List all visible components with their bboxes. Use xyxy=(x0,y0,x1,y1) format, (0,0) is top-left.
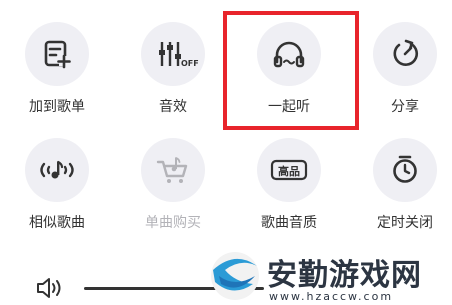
purchase-icon xyxy=(141,138,205,202)
share-button[interactable]: 分享 xyxy=(357,0,452,115)
purchase-single-button[interactable]: 单曲购买 xyxy=(125,116,221,231)
add-to-playlist-label: 加到歌单 xyxy=(29,99,85,115)
share-icon xyxy=(373,22,437,86)
highlight-box xyxy=(223,11,359,130)
purchase-single-label: 单曲购买 xyxy=(145,215,201,231)
similar-songs-button[interactable]: 相似歌曲 xyxy=(9,116,105,231)
watermark-title: 安勤游戏网 xyxy=(267,258,422,293)
timer-icon xyxy=(373,138,437,202)
watermark: 安勤游戏网 www.hzaccw.com xyxy=(205,246,452,305)
sleep-timer-button[interactable]: 定时关闭 xyxy=(357,116,452,231)
sleep-timer-label: 定时关闭 xyxy=(377,215,433,231)
watermark-url: www.hzaccw.com xyxy=(269,290,394,303)
sound-effect-label: 音效 xyxy=(159,99,187,115)
quality-icon: 高品 xyxy=(257,138,321,202)
equalizer-icon: OFF xyxy=(141,22,205,86)
speaker-icon[interactable] xyxy=(35,275,65,305)
add-to-playlist-icon xyxy=(25,22,89,86)
add-to-playlist-button[interactable]: 加到歌单 xyxy=(9,0,105,115)
sound-effect-button[interactable]: OFF 音效 xyxy=(125,0,221,115)
share-label: 分享 xyxy=(391,99,419,115)
audio-quality-button[interactable]: 高品 歌曲音质 xyxy=(241,116,337,231)
audio-quality-label: 歌曲音质 xyxy=(261,215,317,231)
watermark-logo xyxy=(211,252,259,300)
svg-text:高品: 高品 xyxy=(278,164,300,178)
similar-songs-label: 相似歌曲 xyxy=(29,215,85,231)
svg-text:OFF: OFF xyxy=(181,59,199,68)
similar-songs-icon xyxy=(25,138,89,202)
